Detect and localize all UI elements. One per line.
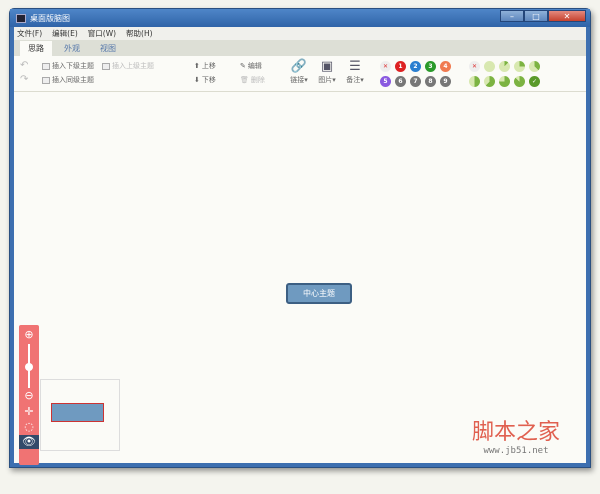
- insert-child-button[interactable]: 插入下级主题: [42, 61, 94, 71]
- progress-3-icon[interactable]: [529, 61, 540, 72]
- image-icon: ▣: [320, 59, 334, 74]
- mindmap-canvas[interactable]: 中心主题 ⊕ ⊖ ✛ ◌ 👁: [14, 92, 586, 465]
- priority-5[interactable]: 5: [380, 76, 391, 87]
- priority-9[interactable]: 9: [440, 76, 451, 87]
- note-button[interactable]: ☰ 备注▾: [342, 59, 368, 85]
- arrow-up-icon: ⬆: [194, 62, 200, 70]
- link-icon: 🔗: [290, 59, 308, 74]
- edit-button[interactable]: ✎ 编辑: [240, 61, 262, 71]
- zoom-toolbar: ⊕ ⊖ ✛ ◌ 👁: [19, 325, 39, 465]
- ribbon: ↶ ↷ 插入下级主题 插入上级主题 插入同级主题 ⬆ 上移 ⬇ 下移 ✎ 编辑 🗑 删除…: [14, 56, 586, 92]
- edit-icon: ✎: [240, 62, 246, 70]
- undo-icon[interactable]: ↶: [20, 60, 28, 71]
- close-button[interactable]: ✕: [548, 10, 586, 22]
- image-button[interactable]: ▣ 图片▾: [314, 59, 340, 85]
- progress-5-icon[interactable]: [484, 76, 495, 87]
- watermark: 脚本之家 www.jb51.net: [472, 414, 560, 456]
- progress-2-icon[interactable]: [514, 61, 525, 72]
- priority-2[interactable]: 2: [410, 61, 421, 72]
- progress-1-icon[interactable]: [499, 61, 510, 72]
- insert-child-label: 插入下级主题: [52, 62, 94, 70]
- progress-4-icon[interactable]: [469, 76, 480, 87]
- delete-button[interactable]: 🗑 删除: [240, 75, 265, 85]
- priority-6[interactable]: 6: [395, 76, 406, 87]
- central-topic-node[interactable]: 中心主题: [286, 283, 352, 304]
- window-title: 桌面版脑图: [30, 13, 70, 23]
- maximize-button[interactable]: □: [524, 10, 548, 22]
- app-icon: [16, 13, 26, 23]
- insert-sibling-button[interactable]: 插入同级主题: [42, 75, 94, 85]
- menu-help[interactable]: 帮助(H): [126, 28, 153, 39]
- insert-sibling-label: 插入同级主题: [52, 76, 94, 84]
- menu-bar: 文件(F) 编辑(E) 窗口(W) 帮助(H): [14, 27, 586, 40]
- delete-icon: 🗑: [240, 76, 249, 84]
- watermark-title: 脚本之家: [471, 420, 560, 445]
- progress-0-icon[interactable]: [484, 61, 495, 72]
- arrow-down-icon: ⬇: [194, 76, 200, 84]
- priority-3[interactable]: 3: [425, 61, 436, 72]
- minimap[interactable]: [40, 379, 120, 451]
- priority-1[interactable]: 1: [395, 61, 406, 72]
- zoom-slider-handle[interactable]: [25, 363, 33, 371]
- note-label: 备注: [346, 76, 361, 84]
- priority-8[interactable]: 8: [425, 76, 436, 87]
- insert-parent-icon: [102, 62, 110, 70]
- progress-7-icon[interactable]: [514, 76, 525, 87]
- zoom-in-icon[interactable]: ⊕: [22, 328, 36, 342]
- progress-done-icon[interactable]: ✓: [529, 76, 540, 87]
- delete-label: 删除: [250, 76, 265, 84]
- app-window: 桌面版脑图 – □ ✕ 文件(F) 编辑(E) 窗口(W) 帮助(H) 思路 外…: [9, 8, 591, 468]
- tab-idea[interactable]: 思路: [20, 41, 52, 56]
- watermark-url: www.jb51.net: [483, 446, 549, 456]
- progress-clear-icon[interactable]: ✕: [469, 61, 480, 72]
- priority-4[interactable]: 4: [440, 61, 451, 72]
- insert-parent-label: 插入上级主题: [112, 62, 154, 70]
- minimize-button[interactable]: –: [500, 10, 524, 22]
- priority-7[interactable]: 7: [410, 76, 421, 87]
- minimap-viewport[interactable]: [51, 403, 104, 422]
- menu-file[interactable]: 文件(F): [17, 28, 42, 39]
- edit-label: 编辑: [247, 62, 262, 70]
- insert-child-icon: [42, 62, 50, 70]
- ribbon-tabs: 思路 外观 视图: [14, 40, 586, 56]
- image-label: 图片: [318, 76, 333, 84]
- move-up-label: 上移: [201, 62, 216, 70]
- eye-icon[interactable]: 👁: [19, 435, 39, 449]
- move-icon[interactable]: ✛: [22, 405, 36, 419]
- menu-edit[interactable]: 编辑(E): [52, 28, 78, 39]
- link-label: 链接: [290, 76, 305, 84]
- move-down-label: 下移: [201, 76, 216, 84]
- insert-sibling-icon: [42, 76, 50, 84]
- zoom-out-icon[interactable]: ⊖: [22, 389, 36, 403]
- note-icon: ☰: [349, 59, 361, 74]
- tab-view[interactable]: 视图: [92, 41, 124, 56]
- menu-window[interactable]: 窗口(W): [88, 28, 116, 39]
- priority-clear-icon[interactable]: ✕: [380, 61, 391, 72]
- tab-appearance[interactable]: 外观: [56, 41, 88, 56]
- link-button[interactable]: 🔗 链接▾: [286, 59, 312, 85]
- progress-6-icon[interactable]: [499, 76, 510, 87]
- redo-icon[interactable]: ↷: [20, 74, 28, 85]
- move-up-button[interactable]: ⬆ 上移: [194, 61, 216, 71]
- title-bar: 桌面版脑图 – □ ✕: [10, 9, 590, 27]
- move-down-button[interactable]: ⬇ 下移: [194, 75, 216, 85]
- insert-parent-button[interactable]: 插入上级主题: [102, 61, 154, 71]
- fit-icon[interactable]: ◌: [22, 420, 36, 434]
